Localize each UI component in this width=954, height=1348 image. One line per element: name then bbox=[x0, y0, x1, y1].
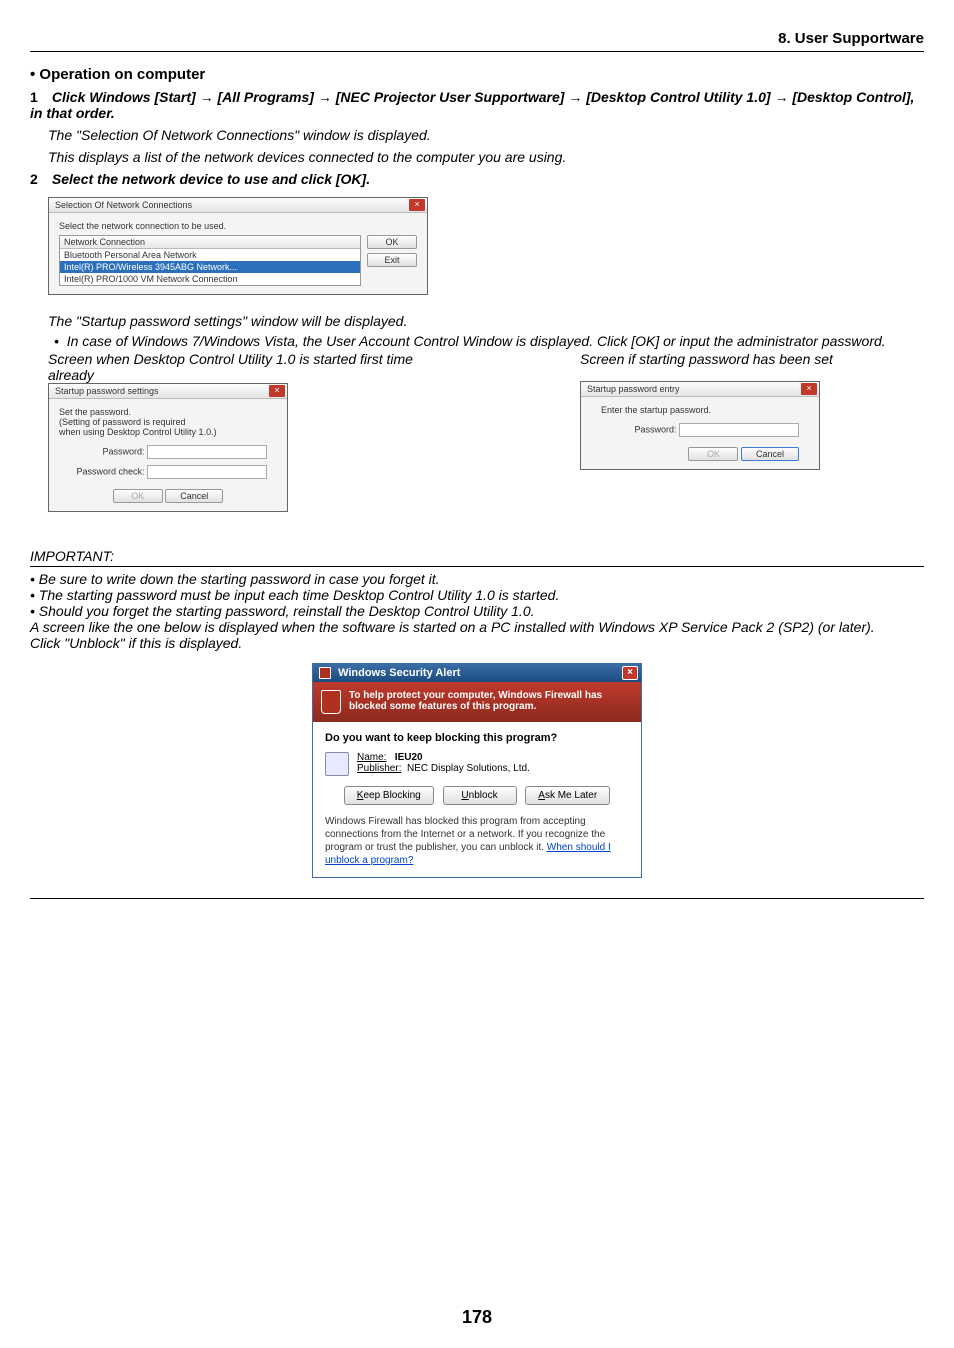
step-2: 2 Select the network device to use and c… bbox=[30, 171, 924, 187]
publisher-label: Publisher: bbox=[357, 763, 401, 774]
password-label: Password: bbox=[634, 424, 676, 434]
important-bullet: • Be sure to write down the starting pas… bbox=[42, 571, 924, 587]
password-entry-dialog: Startup password entry × Enter the start… bbox=[580, 381, 820, 470]
password-label: Password: bbox=[102, 446, 144, 456]
password-input bbox=[679, 423, 799, 437]
step-2-number: 2 bbox=[30, 171, 48, 187]
close-icon: × bbox=[409, 199, 425, 211]
col2-label: Screen if starting password has been set bbox=[580, 351, 924, 367]
step-1-number: 1 bbox=[30, 89, 48, 105]
ok-button: OK bbox=[688, 447, 738, 461]
dialog-title: Startup password settings × bbox=[49, 384, 287, 399]
network-column-header: Network Connection bbox=[60, 236, 360, 249]
dialog-title: Startup password entry × bbox=[581, 382, 819, 397]
close-icon: × bbox=[622, 666, 638, 680]
cancel-button: Cancel bbox=[741, 447, 799, 461]
col1-label: Screen when Desktop Control Utility 1.0 … bbox=[48, 351, 450, 383]
network-dialog-instruction: Select the network connection to be used… bbox=[59, 221, 417, 231]
cancel-button: Cancel bbox=[165, 489, 223, 503]
step-1: 1 Click Windows [Start] → [All Programs]… bbox=[30, 89, 924, 121]
program-icon bbox=[325, 752, 349, 776]
important-label: IMPORTANT: bbox=[30, 548, 924, 564]
list-item: Intel(R) PRO/Wireless 3945ABG Network... bbox=[60, 261, 360, 273]
unblock-button: Unblock bbox=[443, 786, 517, 805]
page-number: 178 bbox=[0, 1307, 954, 1328]
publisher-name: NEC Display Solutions, Ltd. bbox=[407, 763, 530, 774]
password-check-input bbox=[147, 465, 267, 479]
password-settings-dialog: Startup password settings × Set the pass… bbox=[48, 383, 288, 512]
close-icon: × bbox=[269, 385, 285, 397]
alert-footer: Windows Firewall has blocked this progra… bbox=[325, 815, 629, 867]
important-bullet: • Should you forget the starting passwor… bbox=[42, 603, 924, 619]
important-para: A screen like the one below is displayed… bbox=[30, 619, 924, 635]
network-dialog: Selection Of Network Connections × Selec… bbox=[48, 197, 428, 295]
list-item: Intel(R) PRO/1000 VM Network Connection bbox=[60, 273, 360, 285]
password-check-label: Password check: bbox=[76, 466, 144, 476]
close-icon: × bbox=[801, 383, 817, 395]
section-title: • Operation on computer bbox=[30, 66, 924, 83]
shield-icon bbox=[319, 667, 331, 679]
step-2-bullet1: • In case of Windows 7/Windows Vista, th… bbox=[66, 333, 924, 349]
important-bullet: • The starting password must be input ea… bbox=[42, 587, 924, 603]
ok-button: OK bbox=[113, 489, 163, 503]
shield-icon bbox=[321, 690, 341, 714]
network-dialog-title: Selection Of Network Connections × bbox=[49, 198, 427, 213]
ok-button: OK bbox=[367, 235, 417, 249]
exit-button: Exit bbox=[367, 253, 417, 267]
list-item: Bluetooth Personal Area Network bbox=[60, 249, 360, 261]
security-alert-dialog: Windows Security Alert × To help protect… bbox=[312, 663, 642, 878]
chapter-header: 8. User Supportware bbox=[30, 30, 924, 52]
name-label: Name: bbox=[357, 752, 386, 763]
ask-later-button: Ask Me Later bbox=[525, 786, 610, 805]
step-1-text: Click Windows [Start] → [All Programs] →… bbox=[30, 89, 914, 121]
program-name: IEU20 bbox=[395, 752, 423, 763]
alert-banner: To help protect your computer, Windows F… bbox=[313, 682, 641, 722]
password-input bbox=[147, 445, 267, 459]
step-1-line1: The "Selection Of Network Connections" w… bbox=[48, 127, 924, 143]
step-2-text: Select the network device to use and cli… bbox=[52, 171, 370, 187]
divider bbox=[30, 898, 924, 899]
alert-question: Do you want to keep blocking this progra… bbox=[325, 732, 629, 744]
divider bbox=[30, 566, 924, 567]
step-1-line2: This displays a list of the network devi… bbox=[48, 149, 924, 165]
alert-title: Windows Security Alert × bbox=[313, 664, 641, 682]
step-2-after1: The "Startup password settings" window w… bbox=[48, 313, 924, 329]
keep-blocking-button: Keep Blocking bbox=[344, 786, 434, 805]
important-click: Click "Unblock" if this is displayed. bbox=[30, 635, 924, 651]
